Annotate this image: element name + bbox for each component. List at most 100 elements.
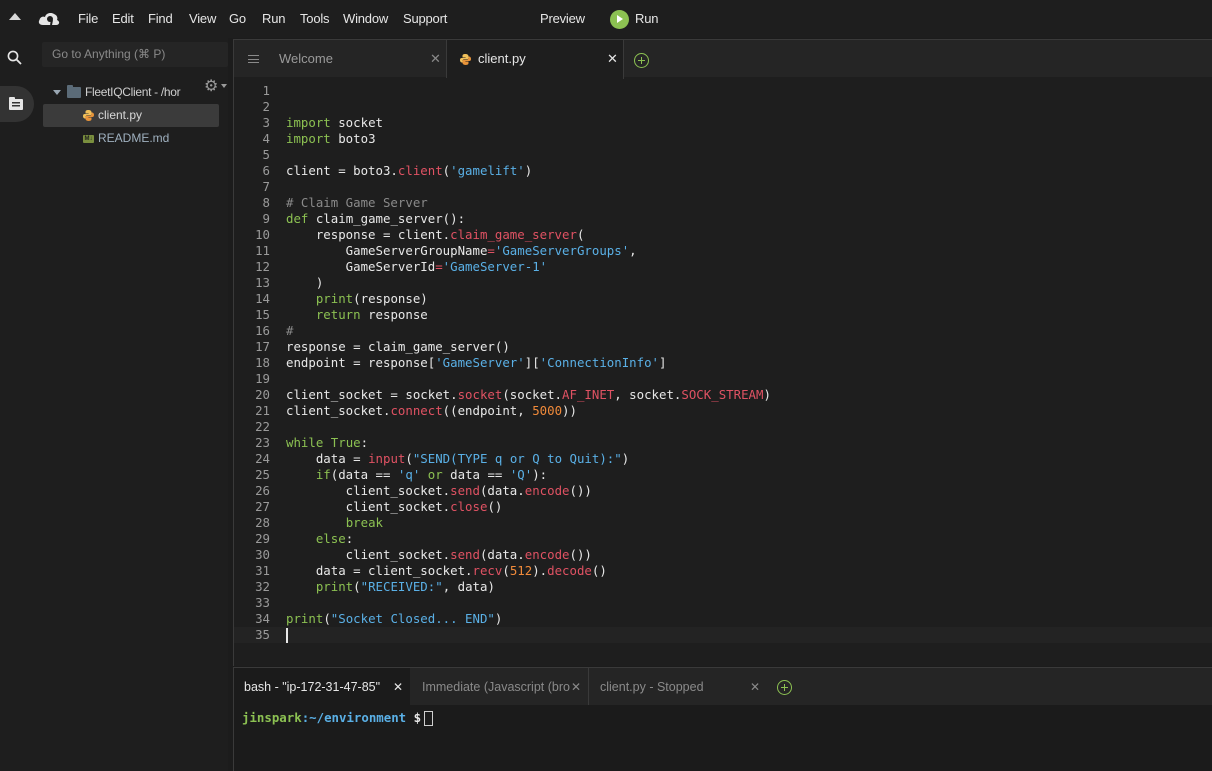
add-terminal-icon[interactable] — [777, 680, 792, 695]
menu-window[interactable]: Window — [343, 11, 388, 26]
menu-support[interactable]: Support — [403, 11, 447, 26]
code-text: # Claim Game Server — [286, 195, 428, 210]
code-line[interactable]: 23 while True: — [234, 435, 1212, 451]
editor-tab-bar: Welcome ✕ client.py ✕ — [234, 39, 1212, 79]
menu-edit[interactable]: Edit — [112, 11, 134, 26]
run-play-icon[interactable] — [610, 10, 629, 29]
code-text: # — [286, 323, 294, 338]
add-tab-icon[interactable] — [634, 53, 649, 68]
tab-welcome[interactable]: Welcome ✕ — [265, 40, 447, 78]
code-line[interactable]: 26 client_socket.send(data.encode()) — [234, 483, 1212, 499]
code-line[interactable]: 19 — [234, 371, 1212, 387]
line-number: 31 — [255, 563, 270, 578]
code-line[interactable]: 15 return response — [234, 307, 1212, 323]
go-to-anything-input[interactable]: Go to Anything (⌘ P) — [42, 42, 228, 67]
code-text: return response — [315, 307, 428, 322]
line-number: 2 — [262, 99, 270, 114]
run-button[interactable]: Run — [635, 11, 658, 26]
python-file-icon — [460, 54, 471, 65]
code-line[interactable]: 4 import boto3 — [234, 131, 1212, 147]
code-line[interactable]: 29 else: — [234, 531, 1212, 547]
menu-view[interactable]: View — [189, 11, 216, 26]
line-number: 15 — [255, 307, 270, 322]
close-icon[interactable]: ✕ — [750, 668, 760, 707]
code-line[interactable]: 7 — [234, 179, 1212, 195]
menu-bar: File Edit Find View Go Run Tools Window … — [0, 0, 1212, 38]
line-number: 29 — [255, 531, 270, 546]
code-text: response = client.claim_game_server( — [286, 227, 585, 242]
code-line[interactable]: 25 if(data == 'q' or data == 'Q'): — [234, 467, 1212, 483]
code-line[interactable]: 21 client_socket.connect((endpoint, 5000)… — [234, 403, 1212, 419]
code-line[interactable]: 11 GameServerGroupName='GameServerGroups… — [234, 243, 1212, 259]
collapse-menu-icon[interactable] — [9, 13, 21, 20]
code-text: client_socket.close() — [286, 499, 503, 514]
code-text: print(response) — [315, 291, 428, 306]
terminal-prompt[interactable]: jinspark:~/environment $ — [242, 710, 434, 726]
code-area[interactable]: 1 2 3 import socket 4 import boto3 5 6 client = … — [234, 83, 1212, 643]
line-number: 6 — [262, 163, 270, 178]
close-icon[interactable]: ✕ — [571, 668, 581, 705]
menu-go[interactable]: Go — [229, 11, 246, 26]
line-number: 10 — [255, 227, 270, 242]
tab-immediate[interactable]: Immediate (Javascript (brow ✕ — [411, 668, 589, 705]
code-line[interactable]: 9 def claim_game_server(): — [234, 211, 1212, 227]
chevron-down-icon[interactable] — [221, 84, 227, 88]
code-line[interactable]: 14 print(response) — [234, 291, 1212, 307]
code-line[interactable]: 27 client_socket.close() — [234, 499, 1212, 515]
code-line[interactable]: 13 ) — [234, 275, 1212, 291]
code-line[interactable]: 1 — [234, 83, 1212, 99]
tab-bash-terminal[interactable]: bash - "ip-172-31-47-85" ✕ — [234, 668, 410, 705]
tree-root-folder[interactable]: FleetIQClient - /hor — [50, 81, 210, 104]
code-line[interactable]: 24 data = input("SEND(TYPE q or Q to Qui… — [234, 451, 1212, 467]
code-line[interactable]: 31 data = client_socket.recv(512).decode… — [234, 563, 1212, 579]
close-icon[interactable]: ✕ — [607, 40, 618, 78]
code-line[interactable]: 5 — [234, 147, 1212, 163]
code-line[interactable]: 18 endpoint = response['GameServer']['Con… — [234, 355, 1212, 371]
code-line[interactable]: 34 print("Socket Closed... END") — [234, 611, 1212, 627]
code-line[interactable]: 6 client = boto3.client('gamelift') — [234, 163, 1212, 179]
close-icon[interactable]: ✕ — [430, 40, 441, 78]
tab-run-client[interactable]: client.py - Stopped ✕ — [590, 668, 766, 705]
code-text: GameServerGroupName='GameServerGroups', — [286, 243, 637, 258]
preview-button[interactable]: Preview — [540, 11, 585, 26]
code-line[interactable]: 16 # — [234, 323, 1212, 339]
search-icon[interactable] — [7, 50, 22, 65]
tree-file-readme[interactable]: M↓ README.md — [43, 127, 219, 150]
code-text: response = claim_game_server() — [286, 339, 510, 354]
code-text: client_socket.send(data.encode()) — [286, 483, 592, 498]
menu-find[interactable]: Find — [148, 11, 173, 26]
code-line[interactable]: 8 # Claim Game Server — [234, 195, 1212, 211]
code-line[interactable]: 12 GameServerId='GameServer-1' — [234, 259, 1212, 275]
code-line[interactable]: 22 — [234, 419, 1212, 435]
tree-file-client-py[interactable]: client.py — [43, 104, 219, 127]
menu-tools[interactable]: Tools — [300, 11, 330, 26]
environment-button[interactable] — [0, 86, 34, 122]
line-number: 4 — [262, 131, 270, 146]
code-line[interactable]: 17 response = claim_game_server() — [234, 339, 1212, 355]
line-number: 8 — [262, 195, 270, 210]
code-text: GameServerId='GameServer-1' — [286, 259, 548, 274]
code-line[interactable]: 33 — [234, 595, 1212, 611]
code-line[interactable]: 32 print("RECEIVED:", data) — [234, 579, 1212, 595]
code-text: def claim_game_server(): — [286, 211, 466, 226]
hamburger-menu-icon[interactable] — [248, 55, 259, 63]
line-number: 21 — [255, 403, 270, 418]
code-line[interactable]: 2 — [234, 99, 1212, 115]
line-number: 28 — [255, 515, 270, 530]
chevron-down-icon[interactable] — [53, 90, 61, 95]
menu-file[interactable]: File — [78, 11, 98, 26]
code-line[interactable]: 10 response = client.claim_game_server( — [234, 227, 1212, 243]
line-number: 34 — [255, 611, 270, 626]
line-number: 7 — [262, 179, 270, 194]
code-line[interactable]: 35 — [234, 627, 1212, 643]
code-line[interactable]: 3 import socket — [234, 115, 1212, 131]
tree-file-label: client.py — [98, 108, 143, 122]
cloud9-logo-icon[interactable] — [37, 9, 61, 29]
close-icon[interactable]: ✕ — [393, 668, 403, 707]
code-text: endpoint = response['GameServer']['Conne… — [286, 355, 667, 370]
code-line[interactable]: 28 break — [234, 515, 1212, 531]
code-line[interactable]: 30 client_socket.send(data.encode()) — [234, 547, 1212, 563]
code-line[interactable]: 20 client_socket = socket.socket(socket.A… — [234, 387, 1212, 403]
menu-run[interactable]: Run — [262, 11, 285, 26]
tab-client-py[interactable]: client.py ✕ — [447, 40, 624, 79]
